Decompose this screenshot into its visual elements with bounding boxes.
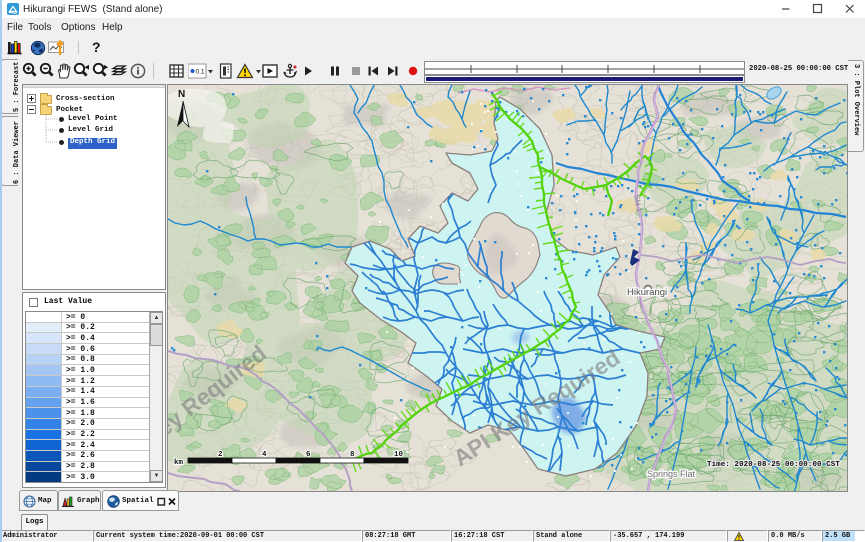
svg-text:Hikurangi: Hikurangi [627,287,667,298]
svg-text:10: 10 [394,451,404,459]
svg-text:Time: 2020-08-25 00:00:00 CST: Time: 2020-08-25 00:00:00 CST [707,461,840,469]
svg-text:0.1: 0.1 [196,69,205,76]
svg-text:km: km [174,459,184,467]
svg-text:N: N [178,89,185,100]
svg-text:Springs Flat: Springs Flat [647,469,696,479]
svg-text:8: 8 [350,451,355,459]
svg-text:4: 4 [262,451,267,459]
svg-text:6: 6 [306,451,311,459]
svg-text:2: 2 [218,451,223,459]
